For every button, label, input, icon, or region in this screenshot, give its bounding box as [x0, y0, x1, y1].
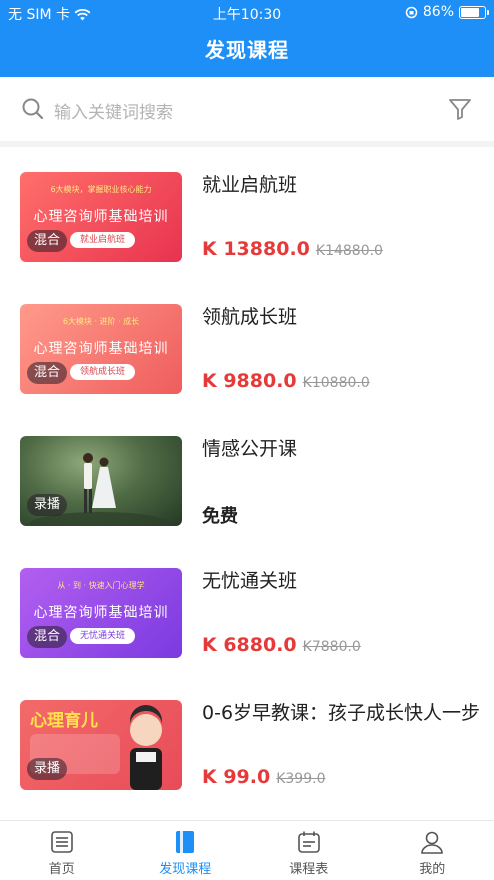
course-item[interactable]: 心理育儿 录播 0-6岁早教课：孩子成长快人一步 K 99.0 K399.0 [0, 700, 494, 832]
course-item[interactable]: 6大模块，掌握职业核心能力 心理咨询师基础培训 就业启航班 混合 就业启航班 K… [0, 172, 494, 304]
section-divider [0, 141, 494, 147]
thumbnail-subtitle: 6大模块，掌握职业核心能力 [50, 185, 152, 194]
current-price: K 13880.0 [202, 238, 310, 260]
thumbnail-subtitle: 从 · 到 · 快速入门心理学 [57, 581, 145, 590]
tab-label: 课程表 [289, 862, 329, 877]
course-item[interactable]: 6大模块 · 进阶 · 成长 心理咨询师基础培训 领航成长班 混合 领航成长班 … [0, 304, 494, 436]
thumbnail-subtitle: 6大模块 · 进阶 · 成长 [62, 317, 140, 326]
course-thumbnail: 心理育儿 录播 [20, 700, 182, 790]
schedule-icon [297, 831, 320, 853]
tab-schedule[interactable]: 课程表 [247, 821, 371, 880]
book-icon [176, 831, 195, 853]
page-title: 发现课程 [205, 38, 289, 62]
child-photo [129, 704, 162, 790]
tab-mine[interactable]: 我的 [371, 821, 494, 880]
course-item[interactable]: 从 · 到 · 快速入门心理学 心理咨询师基础培训 无忧通关班 混合 无忧通关班… [0, 568, 494, 700]
course-price: K 6880.0 K7880.0 [202, 634, 361, 656]
course-name: 就业启航班 [202, 174, 298, 196]
thumbnail-title: 心理咨询师基础培训 [33, 605, 169, 621]
app-header: 无 SIM 卡 上午10:30 86% 发现课程 [0, 0, 494, 77]
free-label: 免费 [202, 506, 238, 527]
course-price: K 99.0 K399.0 [202, 766, 325, 788]
tab-label: 我的 [419, 862, 446, 877]
orientation-lock-icon [405, 6, 418, 18]
course-price: K 13880.0 K14880.0 [202, 238, 383, 260]
course-item[interactable]: 录播 情感公开课 免费 [0, 436, 494, 568]
thumbnail-pill: 领航成长班 [70, 364, 136, 380]
course-type-tag: 录播 [27, 758, 68, 780]
thumbnail-pill: 无忧通关班 [70, 628, 136, 644]
list-icon [50, 831, 73, 853]
original-price: K14880.0 [315, 243, 383, 259]
tab-label: 首页 [48, 862, 75, 877]
tab-home[interactable]: 首页 [0, 821, 124, 880]
status-bar: 无 SIM 卡 上午10:30 86% [0, 0, 494, 26]
course-thumbnail: 从 · 到 · 快速入门心理学 心理咨询师基础培训 无忧通关班 混合 [20, 568, 182, 658]
original-price: K399.0 [276, 771, 326, 787]
current-price: K 9880.0 [202, 370, 297, 392]
search-bar[interactable]: 输入关键词搜索 [0, 77, 494, 141]
person-icon [421, 831, 444, 854]
course-thumbnail: 录播 [20, 436, 182, 526]
course-name: 0-6岁早教课：孩子成长快人一步 [202, 702, 481, 724]
course-thumbnail: 6大模块，掌握职业核心能力 心理咨询师基础培训 就业启航班 混合 [20, 172, 182, 262]
course-thumbnail: 6大模块 · 进阶 · 成长 心理咨询师基础培训 领航成长班 混合 [20, 304, 182, 394]
current-price: K 6880.0 [202, 634, 297, 656]
course-name: 情感公开课 [202, 438, 298, 460]
original-price: K7880.0 [302, 639, 361, 655]
battery-percent: 86% [422, 4, 454, 20]
thumbnail-title: 心理咨询师基础培训 [33, 341, 169, 357]
course-name: 无忧通关班 [202, 570, 298, 592]
search-icon [22, 98, 44, 120]
bottom-tab-bar: 首页 发现课程 课程表 我的 [0, 820, 494, 880]
filter-icon[interactable] [448, 97, 472, 121]
battery-icon [459, 5, 489, 19]
course-type-tag: 混合 [27, 362, 68, 384]
thumbnail-pill: 就业启航班 [70, 232, 136, 248]
search-input[interactable]: 输入关键词搜索 [54, 98, 173, 123]
original-price: K10880.0 [302, 375, 370, 391]
thumbnail-title: 心理育儿 [30, 711, 98, 731]
course-type-tag: 混合 [27, 626, 68, 648]
current-price: K 99.0 [202, 766, 271, 788]
course-name: 领航成长班 [202, 306, 298, 328]
course-type-tag: 录播 [27, 494, 68, 516]
tab-label: 发现课程 [159, 862, 212, 877]
tab-discover-courses[interactable]: 发现课程 [124, 821, 248, 880]
course-type-tag: 混合 [27, 230, 68, 252]
course-price: K 9880.0 K10880.0 [202, 370, 370, 392]
thumbnail-title: 心理咨询师基础培训 [33, 209, 169, 225]
